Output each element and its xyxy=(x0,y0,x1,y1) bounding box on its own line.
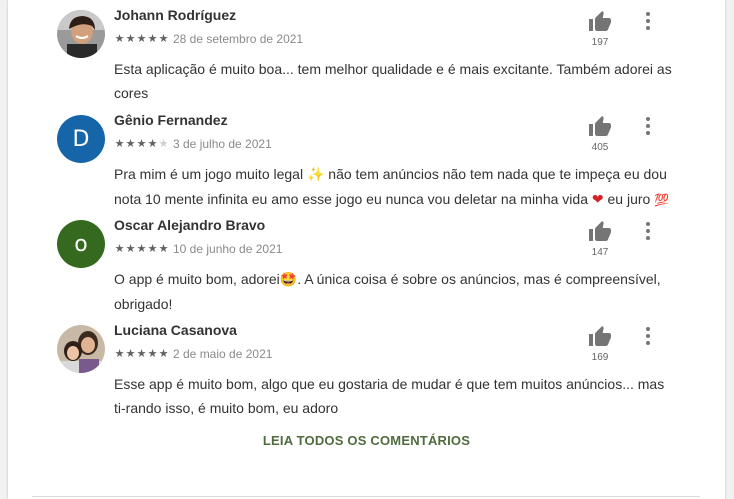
star-filled-icon: ★ xyxy=(136,347,147,360)
star-filled-icon: ★ xyxy=(147,32,158,45)
more-vert-icon[interactable] xyxy=(638,10,658,32)
star-filled-icon: ★ xyxy=(147,347,158,360)
heart-icon: ❤ xyxy=(591,192,604,208)
review-date: 2 de maio de 2021 xyxy=(173,347,273,361)
star-filled-icon: ★ xyxy=(158,32,169,45)
star-empty-icon: ★ xyxy=(158,137,169,150)
sparkles-icon: ✨ xyxy=(306,167,325,183)
review-date: 3 de julho de 2021 xyxy=(173,137,272,151)
star-filled-icon: ★ xyxy=(136,137,147,150)
star-filled-icon: ★ xyxy=(136,32,147,45)
review-meta: ★ ★ ★ ★ ★ 10 de junho de 2021 xyxy=(114,241,283,257)
star-rating: ★ ★ ★ ★ ★ xyxy=(114,138,169,151)
like-count: 197 xyxy=(591,37,609,48)
star-filled-icon: ★ xyxy=(114,32,125,45)
review-meta: ★ ★ ★ ★ ★ 28 de setembro de 2021 xyxy=(114,31,304,47)
more-vert-icon[interactable] xyxy=(638,325,658,347)
reviewer-name: Johann Rodríguez xyxy=(114,7,237,23)
review-text-part: O app é muito bom, adorei xyxy=(114,271,280,287)
thumb-up-icon[interactable] xyxy=(588,220,612,244)
thumb-up-icon[interactable] xyxy=(588,115,612,139)
star-filled-icon: ★ xyxy=(114,242,125,255)
reviewer-name: Gênio Fernandez xyxy=(114,112,228,128)
more-vert-icon[interactable] xyxy=(638,115,658,137)
like-count: 405 xyxy=(591,142,609,153)
star-filled-icon: ★ xyxy=(147,242,158,255)
thumb-up-icon[interactable] xyxy=(588,325,612,349)
read-all-reviews-link[interactable]: LEIA TODOS OS COMENTÁRIOS xyxy=(8,433,725,448)
star-filled-icon: ★ xyxy=(147,137,158,150)
star-rating: ★ ★ ★ ★ ★ xyxy=(114,33,169,46)
review-meta: ★ ★ ★ ★ ★ 3 de julho de 2021 xyxy=(114,136,272,152)
star-filled-icon: ★ xyxy=(136,242,147,255)
star-rating: ★ ★ ★ ★ ★ xyxy=(114,348,169,361)
star-filled-icon: ★ xyxy=(158,347,169,360)
like-count: 169 xyxy=(591,352,609,363)
review-text: Pra mim é um jogo muito legal ✨ não tem … xyxy=(114,162,674,212)
divider xyxy=(32,496,700,497)
star-filled-icon: ★ xyxy=(125,137,136,150)
review-text: Esta aplicação é muito boa... tem melhor… xyxy=(114,61,672,101)
reviewer-name: Luciana Casanova xyxy=(114,322,237,338)
star-rating: ★ ★ ★ ★ ★ xyxy=(114,243,169,256)
avatar xyxy=(57,325,105,373)
review-text-part: eu juro xyxy=(603,191,655,207)
star-filled-icon: ★ xyxy=(125,347,136,360)
more-vert-icon[interactable] xyxy=(638,220,658,242)
avatar-letter: o xyxy=(74,231,88,257)
avatar xyxy=(57,10,105,58)
avatar: D xyxy=(57,115,105,163)
review-text: O app é muito bom, adorei🤩. A única cois… xyxy=(114,267,674,316)
review-date: 10 de junho de 2021 xyxy=(173,242,283,256)
star-filled-icon: ★ xyxy=(158,242,169,255)
review-text-part: Pra mim é um jogo muito legal xyxy=(114,166,307,182)
star-filled-icon: ★ xyxy=(114,137,125,150)
like-count: 147 xyxy=(591,247,609,258)
reviews-card: Johann Rodríguez ★ ★ ★ ★ ★ 28 de setembro de… xyxy=(8,0,725,499)
reviewer-name: Oscar Alejandro Bravo xyxy=(114,217,266,233)
review-text: Esse app é muito bom, algo que eu gostar… xyxy=(114,376,665,416)
review-date: 28 de setembro de 2021 xyxy=(173,32,304,46)
star-filled-icon: ★ xyxy=(125,242,136,255)
star-filled-icon: ★ xyxy=(114,347,125,360)
avatar: o xyxy=(57,220,105,268)
thumb-up-icon[interactable] xyxy=(588,10,612,34)
star-filled-icon: ★ xyxy=(125,32,136,45)
avatar-letter: D xyxy=(72,126,90,152)
hundred-points-icon: 💯 xyxy=(654,193,670,207)
star-struck-icon: 🤩 xyxy=(279,272,298,288)
review-meta: ★ ★ ★ ★ ★ 2 de maio de 2021 xyxy=(114,346,273,362)
